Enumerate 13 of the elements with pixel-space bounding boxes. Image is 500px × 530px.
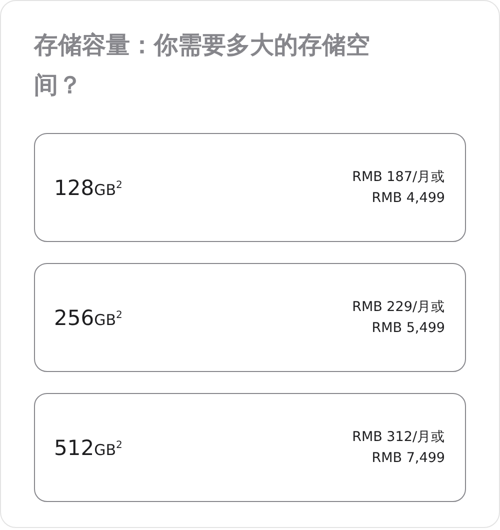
- section-heading: 存储容量：你需要多大的存储空间？: [34, 30, 371, 101]
- capacity-label: 128GB$^{2}$: [54, 176, 122, 200]
- monthly-price: RMB 312/月或: [352, 428, 445, 446]
- full-price: RMB 5,499: [372, 318, 445, 338]
- monthly-price: RMB 229/月或: [352, 298, 445, 316]
- storage-option[interactable]: 256GB$^{2}$ RMB 229/月或 RMB 5,499: [34, 263, 466, 372]
- full-price: RMB 7,499: [372, 448, 445, 468]
- capacity-label: 512GB$^{2}$: [54, 436, 122, 460]
- full-price: RMB 4,499: [372, 188, 445, 208]
- storage-option[interactable]: 512GB$^{2}$ RMB 312/月或 RMB 7,499: [34, 393, 466, 502]
- monthly-price: RMB 187/月或: [352, 168, 445, 186]
- capacity-label: 256GB$^{2}$: [54, 306, 122, 330]
- storage-option[interactable]: 128GB$^{2}$ RMB 187/月或 RMB 4,499: [34, 133, 466, 242]
